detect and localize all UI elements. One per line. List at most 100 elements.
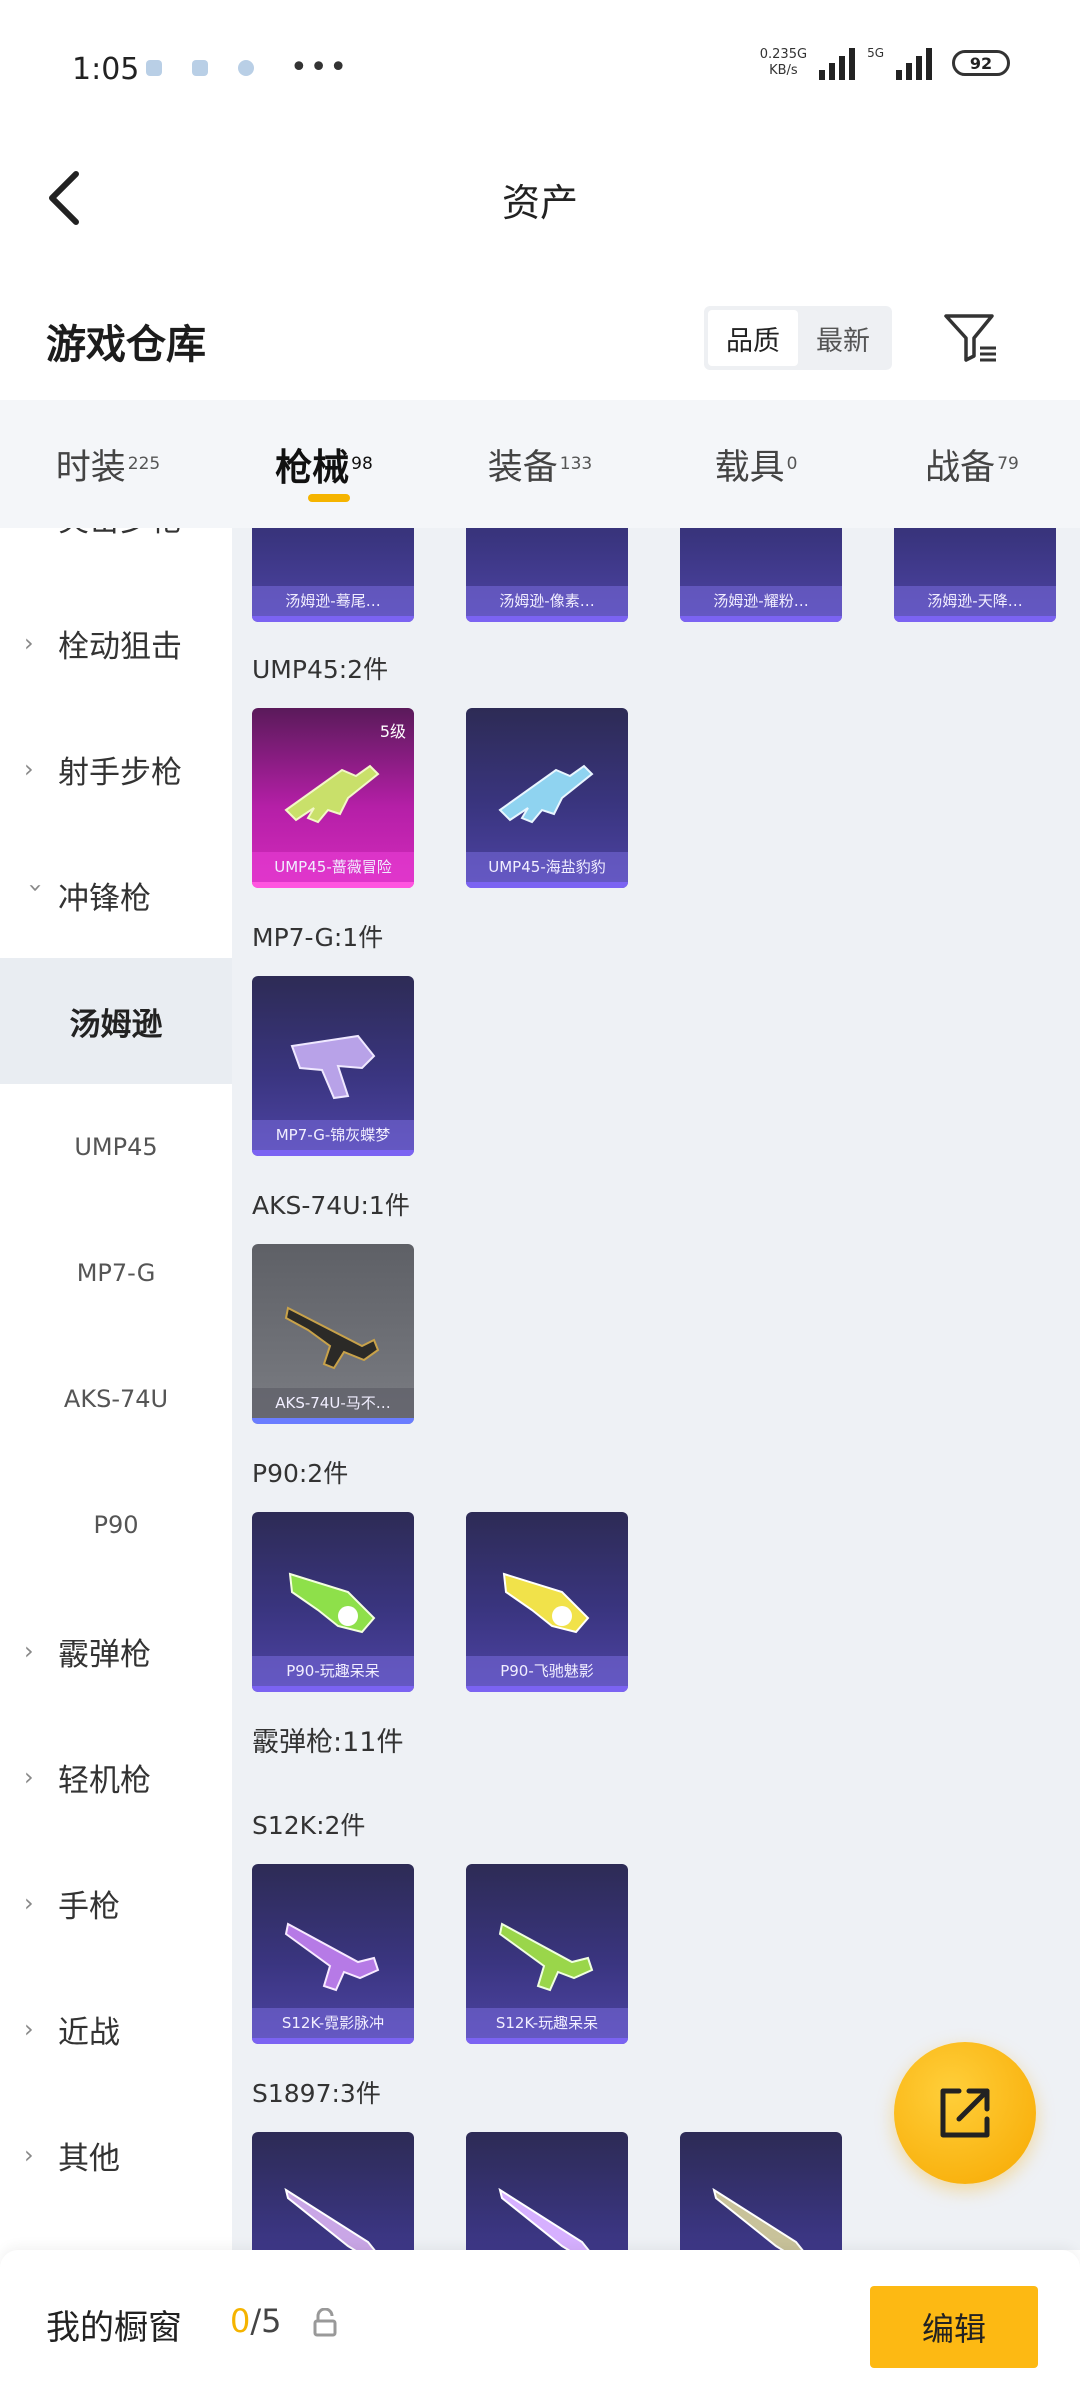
weapon-card[interactable]: UMP45-海盐豹豹	[466, 708, 628, 888]
edit-button[interactable]: 编辑	[870, 2286, 1038, 2368]
weapon-card[interactable]: 汤姆逊-耀粉…	[680, 528, 842, 622]
sidebar-item-assault-rifle[interactable]: › 突击步枪	[0, 528, 232, 580]
active-tab-indicator	[308, 494, 350, 502]
weapon-card[interactable]: P90-飞驰魅影	[466, 1512, 628, 1692]
weapon-card[interactable]: AKS-74U-马不…	[252, 1244, 414, 1424]
weapon-image	[498, 2187, 590, 2250]
rarity-bar	[252, 882, 414, 888]
weapon-level-badge: 5级	[379, 722, 406, 741]
weapon-card-name: 汤姆逊-蓦尾…	[252, 586, 414, 616]
weapon-image	[498, 1922, 594, 1992]
weapon-card-name: 汤姆逊-耀粉…	[680, 586, 842, 616]
tab-label: 时装	[55, 447, 126, 488]
share-icon	[940, 2088, 990, 2138]
rarity-bar	[252, 616, 414, 622]
weapon-card[interactable]: S12K-霓影脉冲	[252, 1864, 414, 2044]
weapon-card-name: MP7-G-锦灰蝶梦	[252, 1120, 414, 1150]
category-tabs: 时装 225 枪械 98 装备 133 载具 0 战备 79	[0, 400, 1080, 528]
weapon-card[interactable]: P90-玩趣呆呆	[252, 1512, 414, 1692]
lock-icon	[313, 2308, 337, 2337]
net-speed-unit: KB/s	[769, 63, 798, 78]
notification-icon	[192, 60, 208, 76]
chevron-right-icon: ›	[24, 629, 34, 657]
sidebar-item-shotgun[interactable]: › 霰弹枪	[0, 1588, 232, 1714]
sidebar-sub-thompson[interactable]: 汤姆逊	[0, 958, 232, 1084]
sidebar-item-lmg[interactable]: › 轻机枪	[0, 1714, 232, 1840]
chevron-down-icon: ›	[22, 883, 50, 893]
sidebar-item-label: 霰弹枪	[58, 1636, 151, 1673]
showcase-count-total: /5	[250, 2302, 282, 2340]
chevron-right-icon: ›	[24, 2141, 34, 2169]
rarity-bar	[466, 1686, 628, 1692]
weapon-image	[712, 2187, 804, 2250]
chevron-right-icon: ›	[24, 2015, 34, 2043]
sidebar-item-melee[interactable]: › 近战	[0, 1966, 232, 2092]
tab-equipment[interactable]: 装备 133	[432, 400, 648, 528]
sidebar-item-pistol[interactable]: › 手枪	[0, 1840, 232, 1966]
warehouse-title: 游戏仓库	[46, 322, 206, 368]
tab-label: 载具	[714, 447, 785, 488]
weapon-card[interactable]: MP7-G-锦灰蝶梦	[252, 976, 414, 1156]
sidebar-item-label: 射手步枪	[58, 754, 182, 791]
weapon-card[interactable]: 5级 UMP45-蔷薇冒险	[252, 708, 414, 888]
weapon-image	[284, 2187, 376, 2250]
tab-vehicles[interactable]: 载具 0	[648, 400, 864, 528]
weapon-card[interactable]	[252, 2132, 414, 2250]
rarity-bar	[252, 1418, 414, 1424]
tab-count: 225	[127, 454, 161, 474]
weapon-card[interactable]: 汤姆逊-像素…	[466, 528, 628, 622]
weapon-card-name: S12K-霓影脉冲	[252, 2008, 414, 2038]
rarity-bar	[466, 616, 628, 622]
tab-fashion[interactable]: 时装 225	[0, 400, 216, 528]
sidebar-item-bolt-sniper[interactable]: › 栓动狙击	[0, 580, 232, 706]
weapon-card-name: UMP45-蔷薇冒险	[252, 852, 414, 882]
sidebar-item-label: 轻机枪	[58, 1762, 151, 1799]
section-label-ump45: UMP45:2件	[252, 655, 389, 684]
notification-icon	[146, 60, 162, 76]
signal-icon	[896, 46, 932, 80]
sidebar-item-label: 冲锋枪	[58, 880, 151, 917]
sidebar-sub-mp7g[interactable]: MP7-G	[0, 1210, 232, 1336]
sort-toggle: 品质 最新	[704, 306, 892, 370]
weapon-card-name: 汤姆逊-像素…	[466, 586, 628, 616]
sort-newest-button[interactable]: 最新	[798, 310, 888, 366]
weapon-image	[288, 1572, 376, 1634]
tab-label: 战备	[925, 447, 996, 488]
sidebar-sub-p90[interactable]: P90	[0, 1462, 232, 1588]
rarity-bar	[680, 616, 842, 622]
weapon-card-name: AKS-74U-马不…	[252, 1388, 414, 1418]
sidebar-item-label: 其他	[58, 2140, 120, 2177]
weapon-card[interactable]	[466, 2132, 628, 2250]
sidebar-item-other[interactable]: › 其他	[0, 2092, 232, 2218]
tab-label: 装备	[487, 447, 558, 488]
weapon-card-name: 汤姆逊-天降…	[894, 586, 1056, 616]
more-notifications-icon: •••	[290, 50, 350, 85]
page-title: 资产	[501, 181, 578, 225]
sidebar-sub-aks74u[interactable]: AKS-74U	[0, 1336, 232, 1462]
share-fab-button[interactable]	[894, 2042, 1036, 2184]
weapon-card[interactable]: 汤姆逊-蓦尾…	[252, 528, 414, 622]
filter-button[interactable]	[940, 308, 1000, 368]
sidebar-item-smg[interactable]: › 冲锋枪	[0, 832, 232, 958]
tab-battle-prep[interactable]: 战备 79	[864, 400, 1080, 528]
notification-icon	[238, 60, 254, 76]
warehouse-header: 游戏仓库 品质 最新	[0, 290, 1080, 400]
sidebar-item-label: 栓动狙击	[58, 628, 182, 665]
tab-count: 0	[786, 454, 798, 474]
sort-quality-button[interactable]: 品质	[708, 310, 798, 366]
sidebar-sub-ump45[interactable]: UMP45	[0, 1084, 232, 1210]
section-label-shotgun: 霰弹枪:11件	[252, 1727, 404, 1758]
weapon-image	[284, 764, 380, 824]
showcase-count-current: 0	[230, 2302, 251, 2340]
weapon-card-name: P90-玩趣呆呆	[252, 1656, 414, 1686]
weapon-card[interactable]: S12K-玩趣呆呆	[466, 1864, 628, 2044]
weapon-card-name: UMP45-海盐豹豹	[466, 852, 628, 882]
status-notification-icons: •••	[146, 50, 350, 85]
weapon-card[interactable]: 汤姆逊-天降…	[894, 528, 1056, 622]
weapon-card[interactable]	[680, 2132, 842, 2250]
tab-count: 79	[997, 454, 1019, 474]
sidebar-item-marksman-rifle[interactable]: › 射手步枪	[0, 706, 232, 832]
showcase-label: 我的橱窗	[46, 2308, 182, 2348]
tab-firearms[interactable]: 枪械 98	[216, 400, 432, 528]
battery-icon: 92	[952, 50, 1010, 76]
